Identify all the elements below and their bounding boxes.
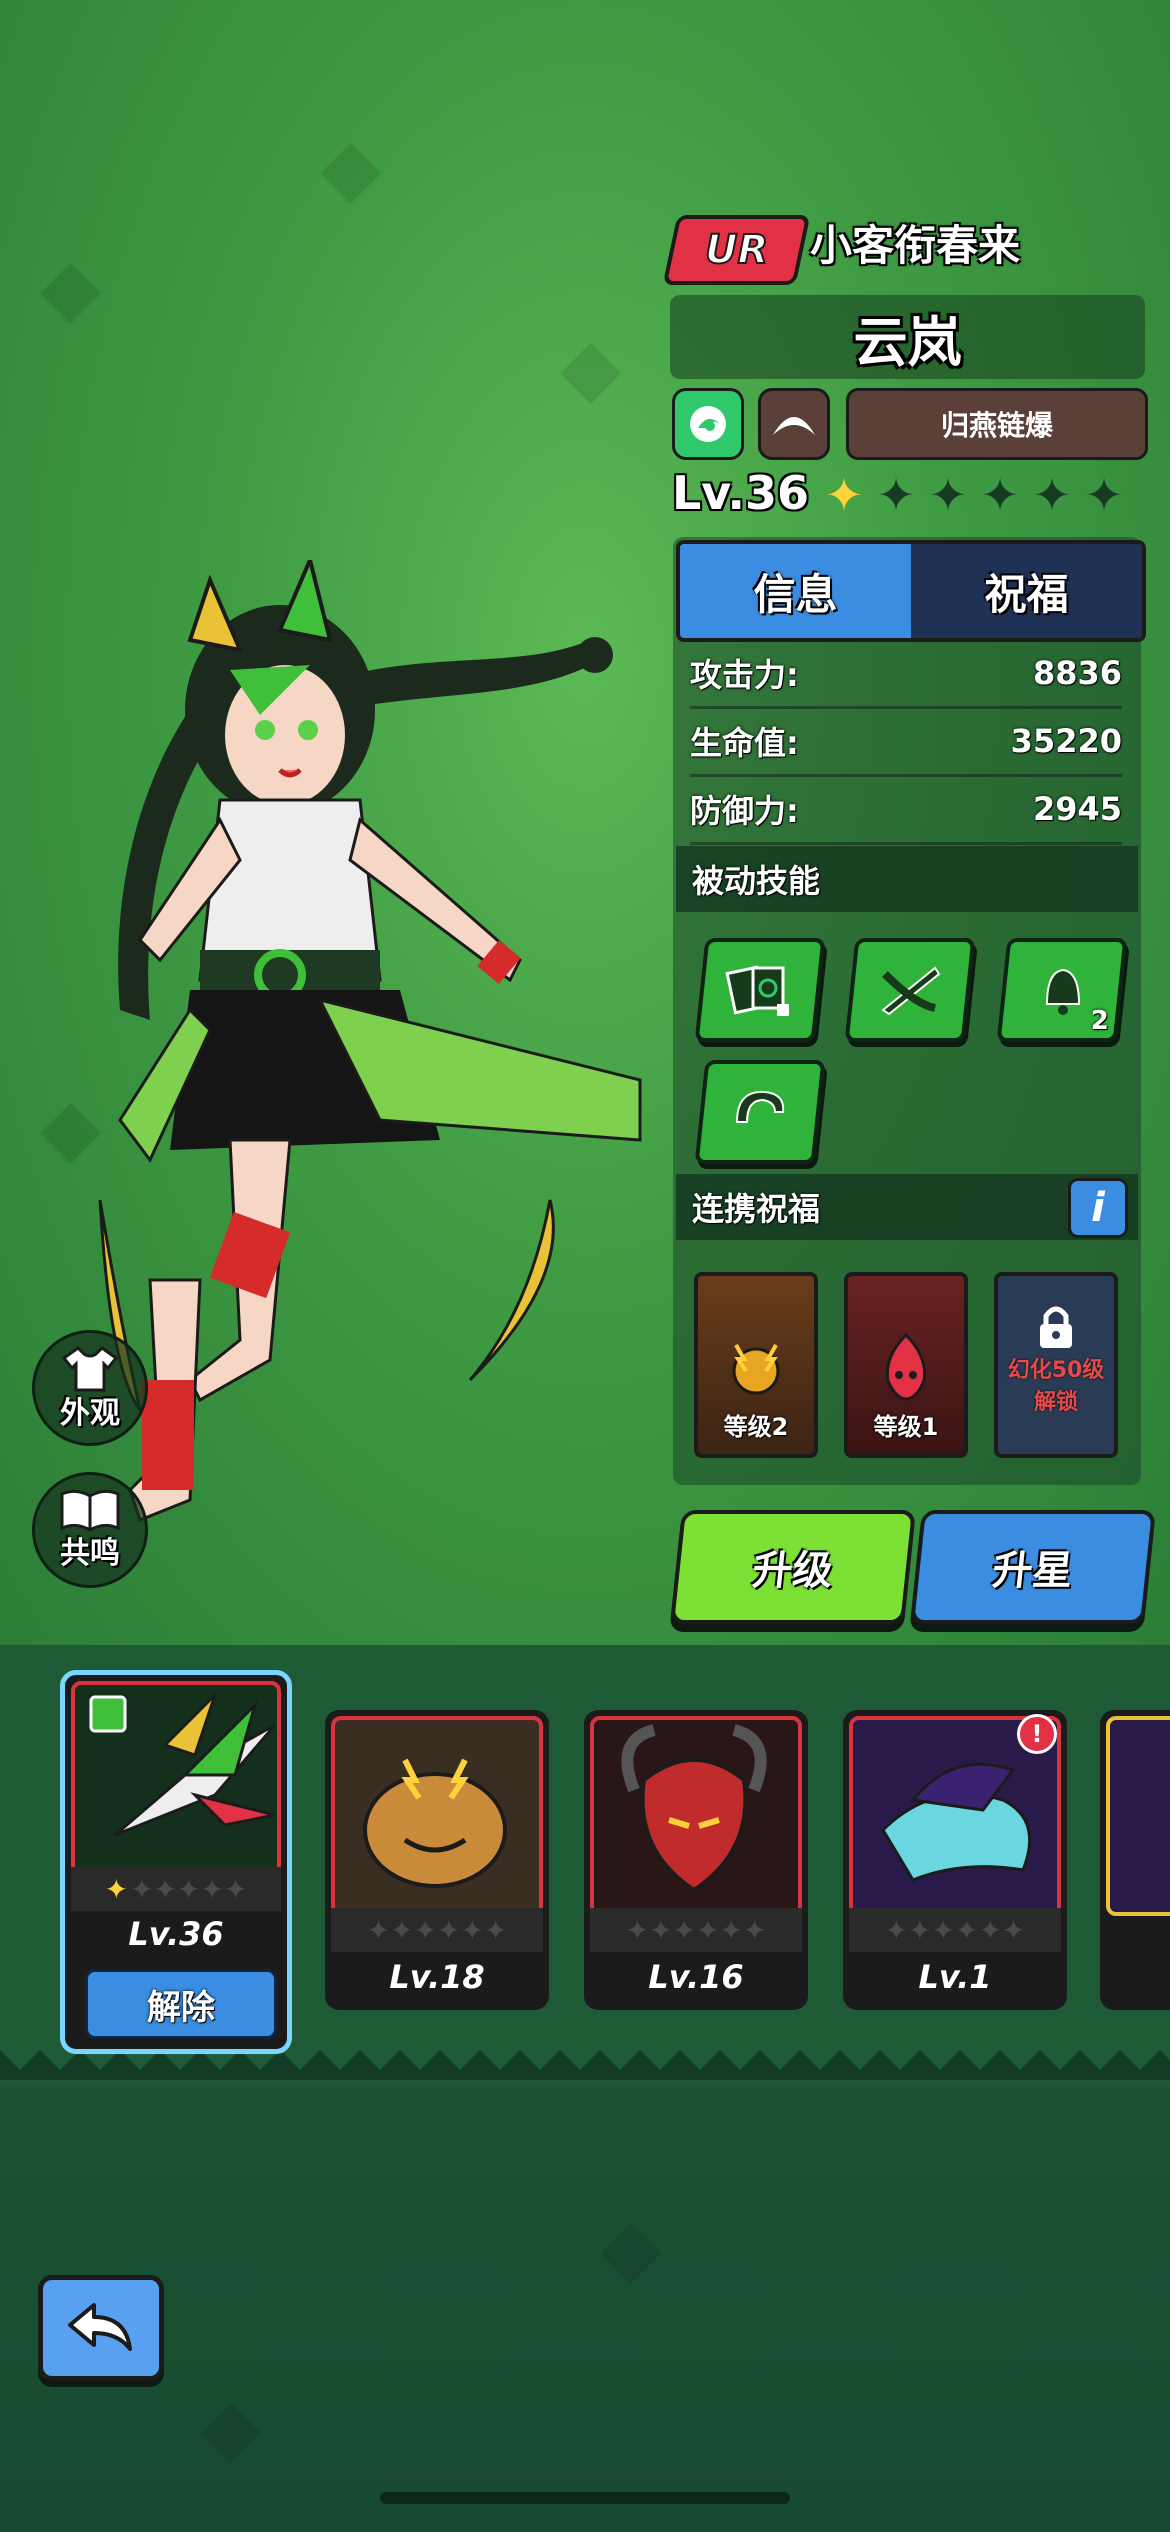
stat-label: 防御力: (690, 792, 799, 830)
card-stars: ✦ ✦✦✦✦✦ (71, 1867, 281, 1911)
roster-card-partial[interactable] (1100, 1710, 1170, 2010)
unlock-condition: 幻化50级 (1007, 1358, 1105, 1383)
tab-blessing[interactable]: 祝福 (911, 544, 1142, 638)
resonance-label: 共鸣 (60, 1536, 120, 1571)
blessing-card-1[interactable]: 等级2 (694, 1272, 818, 1458)
star-empty-icon: ✦ (876, 468, 916, 522)
bg-pattern: ◆ (600, 2200, 662, 2293)
bell-icon (1045, 968, 1081, 1015)
stat-row-defense: 防御力: 2945 (690, 776, 1122, 845)
lock-icon (1040, 1306, 1072, 1348)
book-icon (60, 1489, 120, 1532)
card-level: Lv.18 (389, 1958, 485, 1996)
bg-pattern: ◆ (320, 120, 382, 213)
passive-skill-hook[interactable] (694, 1060, 826, 1164)
hero-title: 小客衔春来 (810, 221, 1021, 270)
rarity-label: UR (704, 226, 769, 274)
roster-card[interactable]: ✦✦✦✦✦✦ Lv.18 (325, 1710, 549, 2010)
passive-skills-header: 被动技能 (676, 846, 1138, 912)
hero-character-art (98, 560, 642, 1522)
card-stars: ✦✦✦✦✦✦ (849, 1908, 1061, 1952)
passive-skill-bell[interactable]: 2 (996, 938, 1128, 1042)
passive-skill-cards[interactable] (694, 938, 826, 1042)
card-level: Lv.36 (128, 1915, 224, 1953)
fire-face-icon (885, 1332, 927, 1401)
bg-pattern: ◆ (40, 240, 102, 333)
skill-tag[interactable]: 归燕链爆 (846, 388, 1148, 460)
wind-element-icon[interactable] (672, 388, 744, 460)
star-filled-icon: ✦ (104, 1872, 129, 1906)
tab-info[interactable]: 信息 (680, 544, 911, 638)
stat-row-attack: 攻击力: 8836 (690, 640, 1122, 709)
resonance-button[interactable]: 共鸣 (32, 1472, 148, 1588)
blessing-card-2[interactable]: 等级1 (844, 1272, 968, 1458)
back-button[interactable] (38, 2275, 164, 2381)
release-button[interactable]: 解除 (85, 1969, 277, 2039)
bird-icon (89, 1693, 277, 1837)
pet-art (331, 1716, 543, 1916)
hero-name-bar: 云岚 (670, 295, 1145, 379)
slash-icon (881, 966, 941, 1016)
stat-value: 35220 (1010, 722, 1122, 760)
roster-card[interactable]: ! ✦✦✦✦✦✦ Lv.1 (843, 1710, 1067, 2010)
appearance-button[interactable]: 外观 (32, 1330, 148, 1446)
star-empty-icon: ✦✦✦✦✦✦ (366, 1913, 508, 1947)
unlock-label: 解锁 (1033, 1390, 1078, 1415)
shirt-icon (62, 1346, 118, 1392)
star-empty-icon: ✦✦✦✦✦ (130, 1872, 248, 1906)
passive-skill-slash[interactable] (844, 938, 976, 1042)
stat-label: 攻击力: (690, 656, 799, 694)
cards-icon (725, 965, 789, 1016)
star-empty-icon: ✦ (1084, 468, 1124, 522)
blessing-level-label: 等级1 (873, 1413, 939, 1441)
weapon-type-icon[interactable] (758, 388, 830, 460)
star-empty-icon: ✦ (980, 468, 1020, 522)
lightning-orb-icon (732, 1344, 780, 1395)
hero-level: Lv.36 (672, 466, 810, 520)
upgrade-button[interactable]: 升级 (670, 1510, 916, 1624)
hero-name: 云岚 (853, 310, 962, 374)
star-empty-icon: ✦ (928, 468, 968, 522)
back-arrow-icon (68, 2303, 132, 2351)
star-empty-icon: ✦✦✦✦✦✦ (625, 1913, 767, 1947)
stat-label: 生命值: (690, 724, 799, 762)
stat-value: 8836 (1032, 654, 1122, 692)
rarity-badge: UR (662, 215, 811, 285)
stat-value: 2945 (1032, 790, 1122, 828)
panel-tabs: 信息 祝福 (676, 540, 1146, 642)
hook-icon (735, 1090, 785, 1123)
star-up-button[interactable]: 升星 (910, 1510, 1156, 1624)
star-empty-icon: ✦✦✦✦✦✦ (884, 1913, 1026, 1947)
pet-art (1106, 1716, 1170, 1916)
star-empty-icon: ✦ (1032, 468, 1072, 522)
pet-art (71, 1681, 281, 1875)
bg-pattern: ◆ (560, 320, 622, 413)
skill-count-badge: 2 (1090, 1006, 1109, 1036)
blessing-card-locked[interactable]: 幻化50级 解锁 (994, 1272, 1118, 1458)
card-level: Lv.16 (648, 1958, 744, 1996)
star-rating: ✦ ✦ ✦ ✦ ✦ ✦ (820, 468, 1128, 522)
bg-pattern: ◆ (200, 2380, 262, 2473)
home-indicator[interactable] (380, 2492, 790, 2504)
roster-card-selected[interactable]: ✦ ✦✦✦✦✦ Lv.36 解除 (60, 1670, 292, 2054)
card-level: Lv.1 (918, 1958, 992, 1996)
card-stars: ✦✦✦✦✦✦ (331, 1908, 543, 1952)
star-filled-icon: ✦ (824, 468, 864, 522)
pet-art (590, 1716, 802, 1916)
blessing-level-label: 等级2 (723, 1413, 789, 1441)
appearance-label: 外观 (60, 1396, 120, 1431)
alert-badge: ! (1017, 1714, 1057, 1754)
pumpkin-icon (363, 1758, 507, 1888)
info-button[interactable]: i (1068, 1178, 1128, 1238)
stat-row-hp: 生命值: 35220 (690, 708, 1122, 777)
demon-mask-icon (621, 1724, 767, 1893)
card-stars: ✦✦✦✦✦✦ (590, 1908, 802, 1952)
roster-card[interactable]: ✦✦✦✦✦✦ Lv.16 (584, 1710, 808, 2010)
